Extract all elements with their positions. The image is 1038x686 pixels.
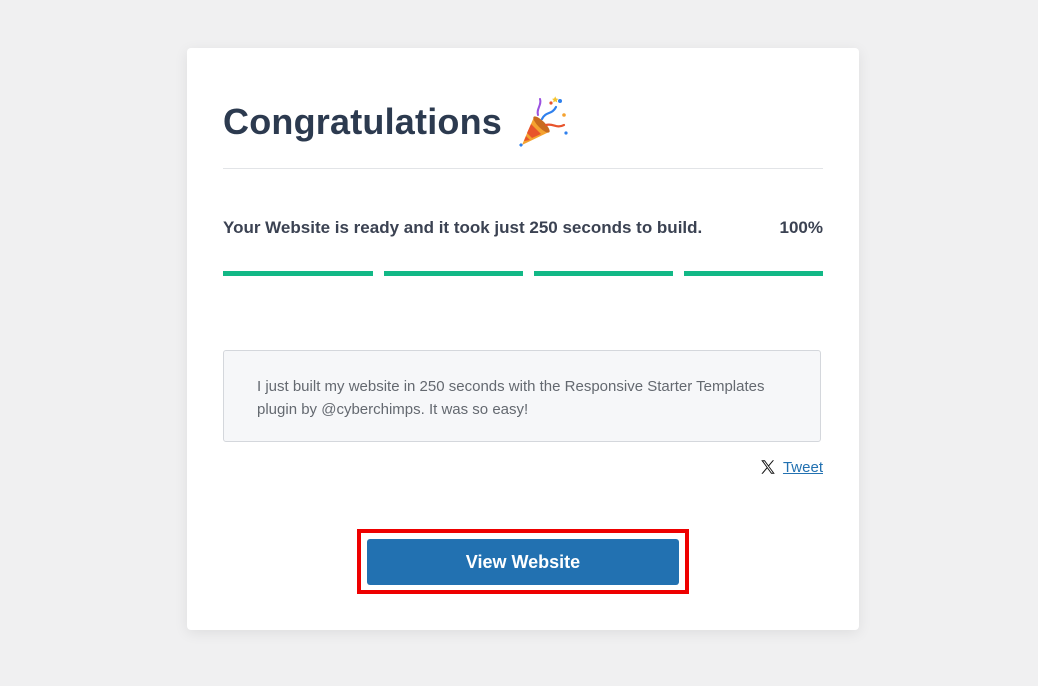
status-message: Your Website is ready and it took just 2… [223, 218, 703, 237]
progress-fill [684, 271, 823, 276]
status-row: Your Website is ready and it took just 2… [223, 218, 823, 238]
title-divider [223, 168, 823, 169]
progress-fill [223, 271, 374, 276]
view-website-button[interactable]: View Website [367, 539, 679, 585]
progress-bar [223, 271, 823, 276]
progress-fill [534, 271, 674, 276]
progress-segment [534, 271, 674, 276]
progress-fill [384, 271, 524, 276]
congratulations-card: Congratulations Your Website is ready an… [187, 48, 859, 630]
progress-segment [223, 271, 374, 276]
progress-segment [384, 271, 524, 276]
page-title: Congratulations [223, 101, 502, 142]
party-popper-icon [519, 96, 568, 147]
progress-percent: 100% [779, 218, 823, 237]
progress-segment [684, 271, 823, 276]
tweet-link-label: Tweet [782, 458, 823, 476]
tweet-link[interactable]: Tweet [759, 458, 823, 476]
title-row: Congratulations [223, 92, 570, 152]
x-logo-icon [761, 460, 775, 474]
tweet-text-box: I just built my website in 250 seconds w… [223, 350, 821, 442]
